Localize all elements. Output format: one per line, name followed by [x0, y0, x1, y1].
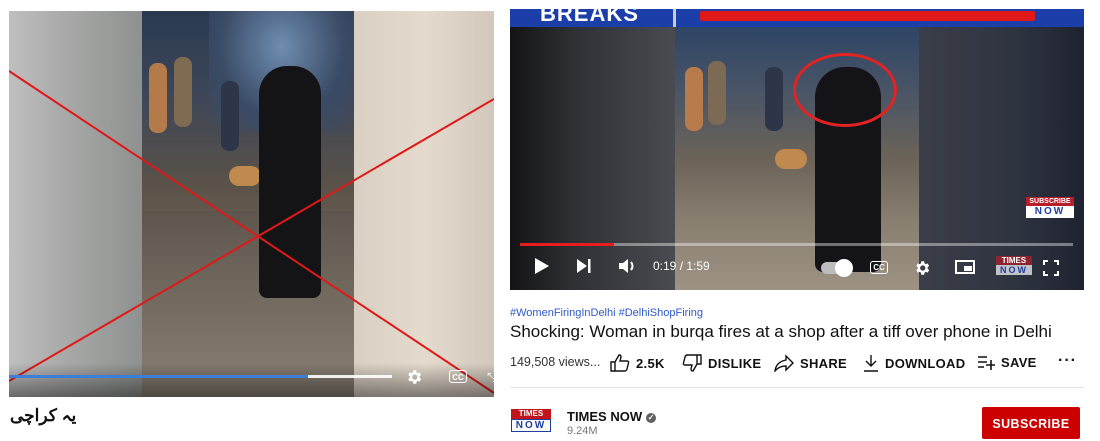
- download-button[interactable]: DOWNLOAD: [863, 354, 965, 372]
- share-icon: [774, 354, 794, 372]
- verified-icon: ✓: [646, 413, 657, 423]
- video-title: Shocking: Woman in burqa fires at a shop…: [510, 322, 1052, 341]
- thumbs-up-icon: [610, 354, 630, 372]
- view-count[interactable]: 149,508 views...: [510, 355, 600, 369]
- captions-button[interactable]: CC: [449, 370, 467, 383]
- download-icon: [864, 355, 878, 372]
- share-label: SHARE: [800, 355, 848, 371]
- bystander: [685, 67, 703, 131]
- left-progress-fill: [9, 375, 308, 378]
- dislike-button[interactable]: DISLIKE: [682, 354, 761, 372]
- video-actions-row: 149,508 views... 2.5K DISLIKE SHARE DOWN…: [510, 352, 1084, 374]
- autoplay-toggle-knob: [835, 259, 853, 277]
- banner-separator: [673, 9, 676, 27]
- banner-text: BREAKS: [540, 9, 639, 26]
- subscriber-count-row: 9.24M subscribers: [567, 426, 647, 436]
- cross-line: [9, 98, 494, 382]
- share-button[interactable]: SHARE: [774, 354, 847, 372]
- news-banner: BREAKS: [510, 9, 1084, 27]
- watermark-bottom: NOW: [996, 265, 1032, 275]
- next-icon[interactable]: [576, 257, 592, 275]
- channel-name: TIMES NOW: [567, 409, 643, 424]
- red-cross-overlay: [9, 70, 494, 394]
- gear-icon[interactable]: [913, 259, 931, 277]
- left-progress-bar[interactable]: [9, 375, 392, 378]
- bystander: [765, 67, 783, 131]
- like-button[interactable]: 2.5K: [610, 354, 665, 372]
- banner-ticker: [700, 11, 1035, 21]
- badge-bottom-text: NOW: [1026, 206, 1074, 218]
- channel-name-row[interactable]: TIMES NOW ✓: [567, 409, 657, 424]
- bystander: [708, 61, 726, 125]
- highlight-circle: [793, 53, 897, 127]
- dog: [775, 149, 807, 169]
- subscribe-button[interactable]: SUBSCRIBE: [982, 407, 1080, 439]
- like-count: 2.5K: [636, 355, 665, 371]
- cross-line: [9, 70, 494, 394]
- section-divider: [510, 387, 1084, 388]
- right-blurred-border-left: [510, 27, 675, 290]
- right-progress-bar[interactable]: [520, 243, 1073, 246]
- left-post-caption: یہ کراچی: [10, 406, 77, 425]
- more-options-button[interactable]: ···: [1058, 352, 1077, 370]
- add-to-playlist-icon: [978, 356, 995, 370]
- watermark-top: TIMES: [996, 256, 1032, 265]
- dislike-label: DISLIKE: [708, 355, 762, 371]
- channel-logo-bottom: NOW: [511, 419, 551, 432]
- fullscreen-icon[interactable]: [1043, 260, 1059, 276]
- download-label: DOWNLOAD: [885, 355, 966, 371]
- save-label: SAVE: [1001, 354, 1037, 370]
- channel-logo-top: TIMES: [511, 409, 551, 419]
- channel-avatar[interactable]: TIMES NOW: [511, 409, 551, 432]
- time-display: 0:19 / 1:59: [653, 259, 710, 273]
- right-progress-fill: [520, 243, 614, 246]
- gear-icon[interactable]: [405, 368, 423, 386]
- subscriber-count: 9.24M subscribers: [567, 426, 598, 436]
- badge-top-text: SUBSCRIBE: [1026, 197, 1074, 206]
- captions-button[interactable]: CC: [870, 261, 888, 274]
- right-video-player[interactable]: BREAKS SUBSCRIBE NOW 0:19 / 1:59 CC TIME…: [510, 9, 1084, 290]
- left-video-player[interactable]: CC ⤡: [9, 11, 494, 397]
- expand-icon[interactable]: ⤡: [487, 371, 494, 383]
- video-hashtags[interactable]: #WomenFiringInDelhi #DelhiShopFiring: [510, 307, 703, 319]
- play-icon[interactable]: [534, 257, 550, 275]
- volume-icon[interactable]: [618, 257, 638, 275]
- miniplayer-icon[interactable]: [955, 260, 975, 274]
- right-blurred-border-right: [919, 27, 1084, 290]
- save-button[interactable]: SAVE: [977, 354, 1037, 370]
- subscribe-now-badge: SUBSCRIBE NOW: [1026, 197, 1074, 219]
- thumbs-down-icon: [682, 354, 702, 372]
- times-now-watermark: TIMES NOW: [996, 256, 1032, 276]
- right-video-frame: [510, 27, 1084, 290]
- autoplay-toggle[interactable]: [821, 259, 853, 277]
